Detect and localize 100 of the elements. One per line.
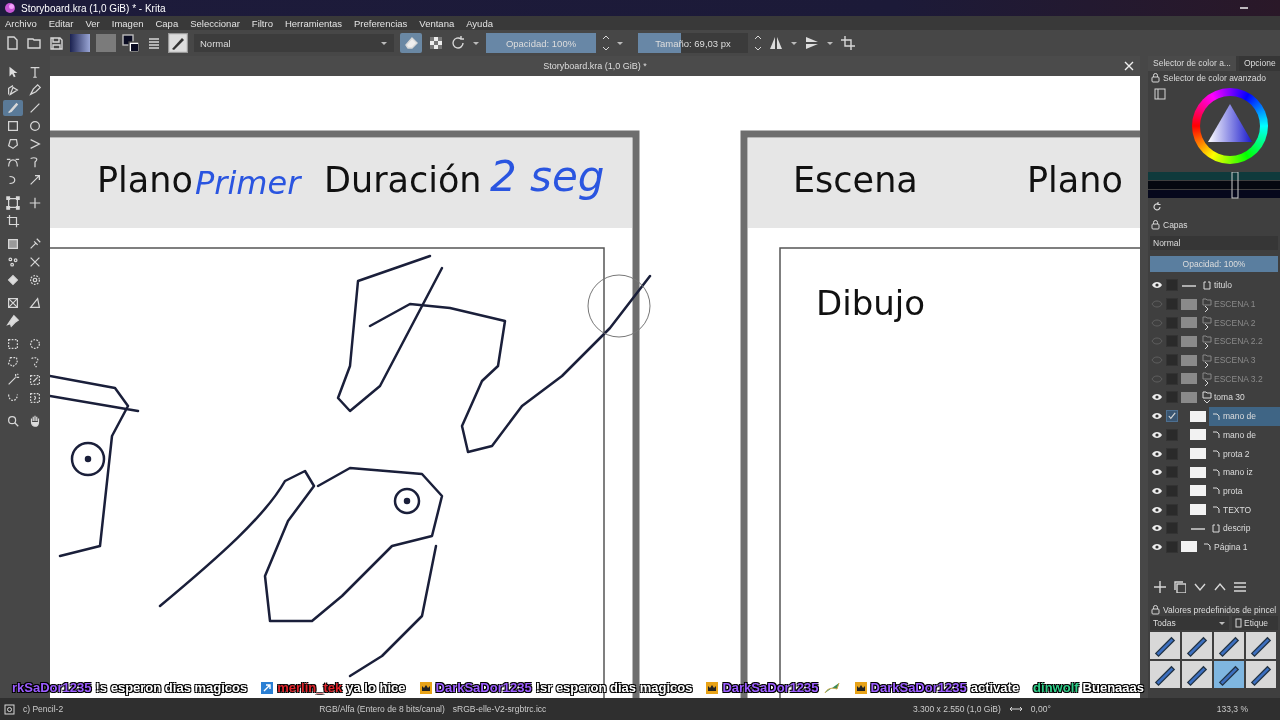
- layer-thumbnail: [1190, 504, 1206, 516]
- vector-layer-icon: [1211, 523, 1221, 533]
- check-icon: [1168, 412, 1176, 421]
- brush-preset[interactable]: [1214, 661, 1244, 688]
- status-brush: c) Pencil-2: [23, 704, 64, 714]
- pattern-swatch[interactable]: [96, 34, 116, 52]
- color-triangle[interactable]: [1206, 102, 1254, 144]
- layer-name[interactable]: Página 1: [1214, 541, 1248, 552]
- layer-thumbnail: [1181, 391, 1197, 403]
- brush-preset[interactable]: [1214, 632, 1244, 659]
- menu-item[interactable]: Imagen: [110, 17, 145, 29]
- hand-icon: [28, 414, 42, 428]
- shape-edit-icon: [6, 83, 20, 97]
- menu-item[interactable]: Preferencias: [353, 17, 409, 29]
- zoom-icon: [6, 414, 20, 428]
- transform-tool[interactable]: [3, 195, 23, 211]
- chat-message: activate: [970, 680, 1020, 695]
- layer-name[interactable]: mano de: [1223, 411, 1257, 422]
- blend-mode-value: Normal: [200, 37, 231, 49]
- rectangle-icon: [6, 119, 20, 133]
- brush-preset[interactable]: [1150, 632, 1180, 659]
- chevron-up-icon: [1214, 581, 1226, 593]
- brush-preset[interactable]: [1182, 661, 1212, 688]
- rotation-icon: [1008, 705, 1023, 713]
- layer-name[interactable]: toma 30: [1214, 392, 1245, 403]
- lock-icon: [1151, 219, 1160, 230]
- caret-icon: [380, 40, 388, 46]
- brush-preset[interactable]: [1150, 661, 1180, 688]
- polygon-selection-icon: [6, 355, 20, 369]
- wrap-icon: [840, 35, 856, 51]
- document-tab-title[interactable]: Storyboard.kra (1,0 GiB) *: [543, 61, 647, 71]
- settings-sliders-icon: [1234, 581, 1246, 593]
- menu-item[interactable]: Herramientas: [283, 17, 343, 29]
- refresh-icon: [1152, 202, 1162, 212]
- layer-name[interactable]: titulo: [1214, 280, 1232, 291]
- selected-layer-row[interactable]: mano de: [1209, 406, 1280, 426]
- menu-item[interactable]: Seleccionar: [189, 17, 241, 29]
- menu-item[interactable]: Ver: [84, 17, 101, 29]
- spin-arrows-icon: [754, 35, 762, 51]
- layer-name[interactable]: descrip: [1223, 523, 1251, 534]
- layer-thumbnail: [1190, 429, 1206, 441]
- brush-preset[interactable]: [1182, 632, 1212, 659]
- assistant-icon: [6, 296, 20, 310]
- preset-filter-dropdown[interactable]: Todas: [1150, 616, 1229, 630]
- panel-label: Escena: [793, 160, 918, 200]
- layer-name[interactable]: mano iz: [1223, 467, 1253, 478]
- layer-thumbnail: [1181, 373, 1197, 385]
- brush-tool[interactable]: [3, 100, 23, 116]
- duplicate-icon: [1174, 581, 1186, 593]
- menu-item[interactable]: Ventana: [418, 17, 456, 29]
- layer-name[interactable]: TEXTO: [1223, 504, 1252, 515]
- status-profile: sRGB-elle-V2-srgbtrc.icc: [452, 704, 547, 714]
- docker-tab[interactable]: Opcione: [1238, 56, 1280, 71]
- chat-username: dinwolf: [1033, 680, 1079, 695]
- layer-name[interactable]: prota 2: [1223, 448, 1250, 459]
- layer-name[interactable]: mano de: [1223, 429, 1257, 440]
- close-icon: [1124, 61, 1134, 71]
- menu-item[interactable]: Archivo: [4, 17, 38, 29]
- docker-title: Selector de color avanzado: [1163, 72, 1266, 83]
- gradient-swatch[interactable]: [70, 34, 90, 52]
- color-swatches-icon: [122, 33, 140, 53]
- layer-thumbnail: [1181, 298, 1197, 310]
- line-icon: [28, 101, 42, 115]
- layer-thumbnail: [1190, 466, 1206, 478]
- layer-checkbox[interactable]: [1166, 410, 1178, 423]
- slider-label: Opacidad: 100%: [1182, 259, 1246, 269]
- pen-nib-icon: [28, 83, 42, 97]
- handwritten-text: 2 seg: [490, 152, 605, 201]
- folder-icon: [26, 35, 42, 51]
- circle-icon: [28, 119, 42, 133]
- docker-title: Capas: [1163, 219, 1188, 230]
- ruler-triangle-icon: [28, 296, 42, 310]
- layer-thumbnail: [1190, 410, 1206, 422]
- slider-label: Opacidad: 100%: [505, 37, 577, 49]
- menu-item[interactable]: Editar: [47, 17, 75, 29]
- layer-blend-dropdown[interactable]: Normal: [1150, 236, 1278, 250]
- brush-preset[interactable]: [1246, 632, 1276, 659]
- brush-preset[interactable]: [1246, 661, 1276, 688]
- caret-icon: [616, 40, 624, 46]
- lock-icon: [1151, 72, 1160, 83]
- eyedropper-icon: [28, 237, 42, 251]
- rectangle-selection-icon: [6, 337, 20, 351]
- save-icon: [48, 35, 64, 51]
- colorize-mask-icon: [6, 255, 20, 269]
- gradient-icon: [6, 237, 20, 251]
- dropdown-value: Todas: [1153, 618, 1176, 628]
- menu-item[interactable]: Ayuda: [465, 17, 494, 29]
- menu-item[interactable]: Capa: [154, 17, 180, 29]
- list-icon: [146, 35, 162, 51]
- blend-mode-dropdown[interactable]: Normal: [194, 34, 394, 52]
- brush-status-icon: [4, 703, 15, 715]
- magnetic-selection-icon: [28, 391, 42, 405]
- panel-icon: [1154, 88, 1166, 100]
- menu-item[interactable]: Filtro: [250, 17, 274, 29]
- eraser-button[interactable]: [400, 33, 422, 53]
- docker-tab[interactable]: Selector de color a...: [1148, 56, 1236, 71]
- multibrush-icon: [28, 173, 42, 187]
- caret-icon: [1218, 620, 1226, 626]
- layer-name[interactable]: prota: [1223, 485, 1243, 496]
- krita-logo-icon: [4, 2, 16, 14]
